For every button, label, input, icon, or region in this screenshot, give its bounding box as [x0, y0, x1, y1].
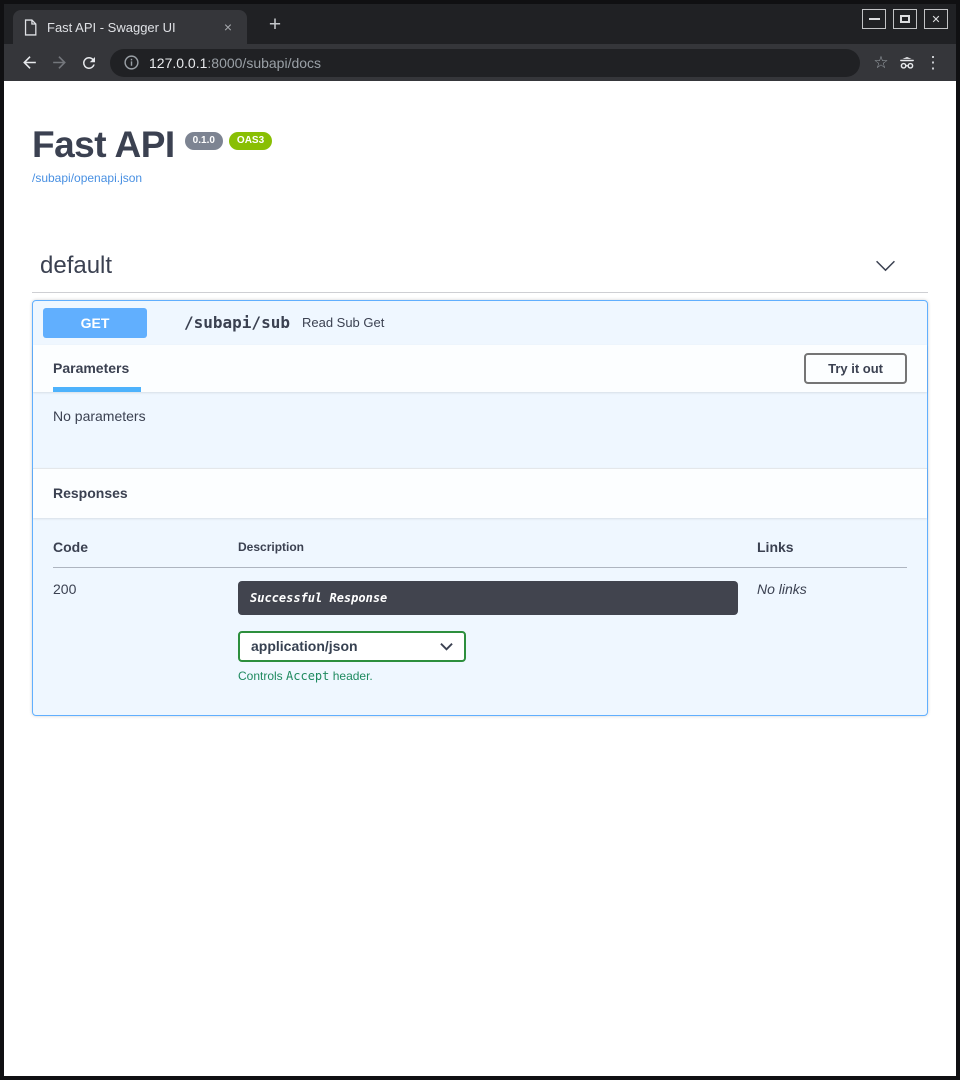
- responses-table: Code Description Links 200: [53, 535, 907, 683]
- accept-header-note: Controls Accept header.: [238, 669, 757, 683]
- openapi-spec-link[interactable]: /subapi/openapi.json: [32, 171, 142, 185]
- parameters-tab-label: Parameters: [53, 360, 129, 376]
- forward-arrow-icon: [50, 53, 69, 72]
- column-header-description: Description: [238, 535, 757, 568]
- window-minimize-button[interactable]: [862, 9, 886, 29]
- minimize-icon: [869, 18, 880, 20]
- address-bar[interactable]: 127.0.0.1:8000/subapi/docs: [110, 49, 860, 77]
- star-icon: ☆: [873, 54, 888, 71]
- document-icon: [23, 19, 38, 36]
- url-text: 127.0.0.1:8000/subapi/docs: [149, 55, 321, 71]
- column-header-links: Links: [757, 535, 907, 568]
- endpoint-path: /subapi/sub: [184, 313, 290, 332]
- incognito-icon: [896, 52, 918, 74]
- column-header-code: Code: [53, 535, 238, 568]
- new-tab-button[interactable]: +: [263, 13, 287, 37]
- back-arrow-icon: [20, 53, 39, 72]
- window-maximize-button[interactable]: [893, 9, 917, 29]
- tab-title: Fast API - Swagger UI: [47, 20, 210, 35]
- browser-tab[interactable]: Fast API - Swagger UI ×: [13, 10, 247, 44]
- responses-title: Responses: [53, 485, 128, 501]
- opblock-get: GET /subapi/sub Read Sub Get Parameters …: [32, 300, 928, 716]
- response-row-200: 200 Successful Response application/json…: [53, 567, 907, 683]
- api-badges: 0.1.0 OAS3: [185, 132, 272, 150]
- no-links-label: No links: [757, 581, 807, 597]
- browser-toolbar: 127.0.0.1:8000/subapi/docs ☆ ⋮: [4, 44, 956, 81]
- parameters-body: No parameters: [33, 392, 927, 468]
- response-description-box: Successful Response: [238, 581, 738, 615]
- method-badge: GET: [43, 308, 147, 338]
- tag-section-header[interactable]: default: [32, 243, 928, 293]
- chevron-down-icon[interactable]: [875, 259, 896, 273]
- window-controls: ✕: [862, 9, 948, 29]
- parameters-tab[interactable]: Parameters: [53, 345, 141, 392]
- tab-close-icon[interactable]: ×: [219, 18, 237, 36]
- tab-strip: Fast API - Swagger UI × + ✕: [4, 4, 956, 44]
- parameters-header: Parameters Try it out: [33, 345, 927, 392]
- responses-table-header-row: Code Description Links: [53, 535, 907, 568]
- media-type-select[interactable]: application/json: [238, 631, 466, 662]
- forward-button[interactable]: [44, 48, 74, 78]
- responses-header: Responses: [33, 468, 927, 518]
- try-it-out-button[interactable]: Try it out: [804, 353, 907, 384]
- bookmark-star-button[interactable]: ☆: [868, 50, 894, 76]
- maximize-icon: [900, 15, 910, 23]
- url-path: :8000/subapi/docs: [207, 55, 321, 71]
- browser-window: Fast API - Swagger UI × + ✕ 127.0.0.1:80…: [0, 0, 960, 1080]
- window-close-button[interactable]: ✕: [924, 9, 948, 29]
- browser-menu-button[interactable]: ⋮: [920, 50, 946, 76]
- api-info: Fast API 0.1.0 OAS3 /subapi/openapi.json: [32, 81, 928, 187]
- accept-code: Accept: [286, 669, 329, 683]
- site-info-icon[interactable]: [122, 54, 140, 72]
- endpoint-summary-row[interactable]: GET /subapi/sub Read Sub Get: [33, 301, 927, 345]
- version-badge: 0.1.0: [185, 132, 223, 150]
- response-code: 200: [53, 581, 76, 597]
- endpoint-description: Read Sub Get: [302, 315, 384, 330]
- menu-dots-icon: ⋮: [925, 54, 942, 71]
- refresh-button[interactable]: [74, 48, 104, 78]
- refresh-icon: [80, 54, 98, 72]
- select-chevron-down-icon: [440, 642, 453, 651]
- responses-body: Code Description Links 200: [33, 518, 927, 715]
- api-title: Fast API: [32, 125, 175, 166]
- oas3-badge: OAS3: [229, 132, 272, 150]
- url-host: 127.0.0.1: [149, 55, 207, 71]
- tag-name: default: [40, 252, 112, 280]
- incognito-indicator[interactable]: [894, 50, 920, 76]
- no-parameters-message: No parameters: [53, 408, 146, 424]
- swagger-page: Fast API 0.1.0 OAS3 /subapi/openapi.json…: [4, 81, 956, 1076]
- media-type-value: application/json: [251, 638, 358, 654]
- back-button[interactable]: [14, 48, 44, 78]
